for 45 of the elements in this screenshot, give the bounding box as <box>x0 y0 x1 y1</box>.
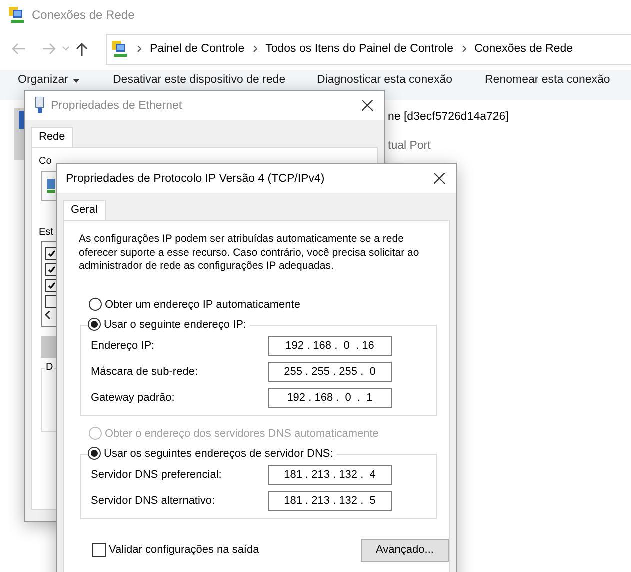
description-text: As configurações IP podem ser atribuídas automaticamente se a rede oferecer suporte a esse recurso. Caso contrário, você precisa solicitar ao administrador de rede as configurações IP adequadas. <box>79 233 420 274</box>
network-icon <box>8 6 26 24</box>
close-icon <box>362 100 373 111</box>
label: Co <box>39 156 53 167</box>
radio-option[interactable]: Usar o seguinte endereço IP: <box>88 318 246 332</box>
adapter-text: ne [d3ecf5726d14a726] <box>388 111 509 123</box>
ip-address-field[interactable]: 181 . 213 . 132 . 4 <box>268 464 392 484</box>
adapter-text: tual Port <box>388 140 432 152</box>
network-icon <box>111 40 129 58</box>
toolbar-button[interactable]: Diagnosticar esta conexão <box>317 74 485 87</box>
ip-address-field[interactable]: 192 . 168 . 0 . 1 <box>268 388 392 408</box>
chevron-right-icon <box>462 45 467 53</box>
tab[interactable]: Rede <box>31 127 74 148</box>
dialog-title: Propriedades de Ethernet <box>51 100 184 112</box>
field-label: Servidor DNS alternativo: <box>91 494 216 506</box>
ip-address-field[interactable]: 255 . 255 . 255 . 0 <box>268 362 392 382</box>
ethernet-icon <box>35 97 45 114</box>
ip-address-field[interactable]: 181 . 213 . 132 . 5 <box>268 490 392 510</box>
dialog-title: Propriedades de Protocolo IP Versão 4 (TCP/IPv4) <box>66 172 326 184</box>
field-label: Gateway padrão: <box>91 392 175 404</box>
chevron-right-icon <box>137 45 142 53</box>
up-arrow-icon[interactable] <box>76 42 88 56</box>
toolbar-button[interactable]: Organizar <box>18 74 113 87</box>
toolbar-button[interactable]: Renomear esta conexão <box>485 74 610 87</box>
field-label: Máscara de sub-rede: <box>91 366 198 378</box>
breadcrumb[interactable]: Todos os Itens do Painel de Controle <box>266 43 454 55</box>
toolbar-button[interactable]: Desativar este dispositivo de rede <box>113 74 317 87</box>
caret-icon <box>72 78 80 82</box>
tab[interactable]: Geral <box>63 200 106 221</box>
window-title: Conexões de Rede <box>32 8 135 22</box>
radio-option[interactable]: Usar os seguintes endereços de servidor DNS: <box>88 446 334 460</box>
chevron-right-icon <box>252 45 258 53</box>
breadcrumb[interactable]: Painel de Controle <box>150 43 245 55</box>
radio-option[interactable]: Obter um endereço IP automaticamente <box>89 298 449 312</box>
field-label: Servidor DNS preferencial: <box>91 468 222 480</box>
ip-address-field[interactable]: 192 . 168 . 0 . 16 <box>268 336 392 356</box>
scroll-left-icon[interactable] <box>45 311 51 319</box>
advanced-button[interactable]: Avançado... <box>361 538 449 562</box>
close-icon <box>434 173 445 184</box>
validate-checkbox[interactable]: Validar configurações na saída <box>92 543 260 557</box>
breadcrumb[interactable]: Conexões de Rede <box>474 43 574 55</box>
address-bar[interactable]: Painel de Controle Todos os Itens do Painel de Controle Conexões de Rede <box>106 34 631 64</box>
field-label: Endereço IP: <box>91 340 155 352</box>
label: Est <box>39 227 54 238</box>
selected-item-background[interactable] <box>14 108 24 160</box>
